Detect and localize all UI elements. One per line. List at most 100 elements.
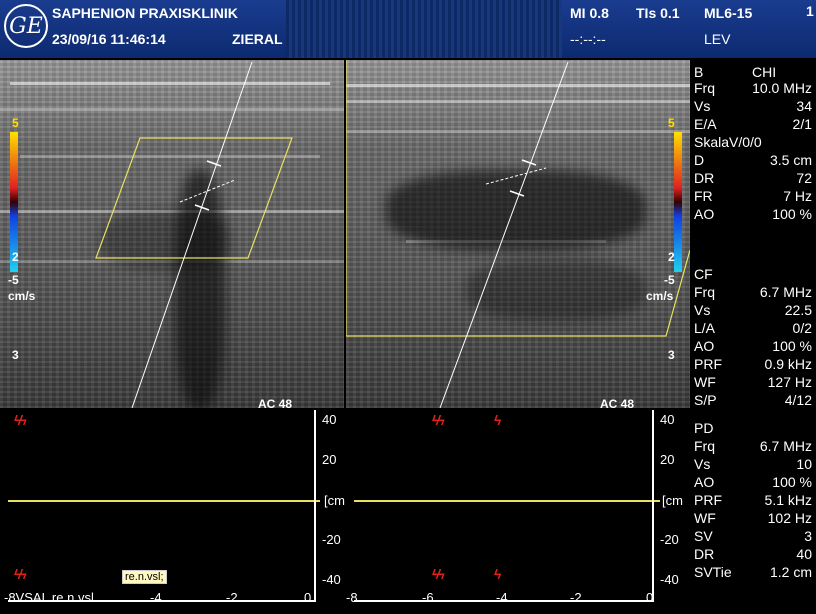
cf-param-key: AO (694, 338, 715, 354)
pd-param-value: 100 % (772, 474, 812, 490)
right-angle-line (485, 167, 547, 185)
cf-param-value: 0/2 (792, 320, 812, 336)
b-param-key: FR (694, 188, 713, 204)
right-unit: cm/s (646, 289, 674, 303)
left-xtick-0: 0 (304, 590, 312, 605)
cf-param-value: 4/12 (784, 392, 812, 408)
left-xtick-neg4: -4 (150, 590, 162, 605)
right-xtick-neg6: -6 (422, 590, 434, 605)
patient-name: ZIERAL (232, 31, 283, 47)
right-scale-bottom: -5 (664, 273, 675, 287)
cf-param-key: S/P (694, 392, 717, 408)
pd-param-value: 40 (796, 546, 812, 562)
right-xtick-neg4: -4 (496, 590, 508, 605)
left-gate-top (206, 160, 222, 167)
b-param-value: 10.0 MHz (752, 80, 812, 96)
side-label: LEV (704, 31, 731, 47)
b-param-value: 2/1 (792, 116, 812, 132)
b-param-value: 3.5 cm (769, 152, 812, 168)
pd-param-key: Frq (694, 438, 715, 454)
b-param-key: AO (694, 206, 715, 222)
left-ytick-40: 40 (322, 412, 337, 427)
clock-placeholder: --:--:-- (570, 31, 606, 47)
pd-param-value: 5.1 kHz (764, 492, 812, 508)
pd-param-key: PRF (694, 492, 722, 508)
right-bolt-top-icon: ϟϟ (432, 412, 445, 428)
b-param-key: D (694, 152, 705, 168)
right-bolt-bottom-icon: ϟϟ (432, 566, 445, 582)
right-gate-top (521, 159, 537, 166)
cf-param-key: L/A (694, 320, 716, 336)
cf-param-value: 0.9 kHz (764, 356, 812, 372)
right-overlay (346, 60, 690, 408)
b-param-key: E/A (694, 116, 717, 132)
left-doppler-cursor (131, 61, 253, 408)
b-param-key: Vs (694, 98, 711, 114)
left-bolt-bottom-icon: ϟϟ (14, 566, 27, 582)
left-bolt-top-icon: ϟϟ (14, 412, 27, 428)
parameter-panel: B CHI Frq 10.0 MHz Vs 34 E/A 2/1 SkalaV/0/0 D 3.… (690, 58, 816, 614)
left-depth-2: 2 (12, 250, 19, 264)
left-ytick-neg40: -40 (322, 572, 341, 587)
right-y-axis (652, 410, 654, 600)
pd-param-key: SV (694, 528, 713, 544)
left-xtick-neg2: -2 (226, 590, 238, 605)
left-unit: cm/s (8, 289, 36, 303)
ge-logo: GE (4, 4, 48, 48)
left-depth-3: 3 (12, 348, 19, 362)
b-param-value: 100 % (772, 206, 812, 222)
clinic-name: SAPHENION PRAXISKLINIK (52, 5, 238, 21)
cf-param-value: 100 % (772, 338, 812, 354)
vessel-annotation[interactable]: re.n.vsl; (122, 570, 167, 584)
right-ac-label: AC 48 (600, 397, 635, 411)
left-baseline (8, 500, 320, 502)
cf-param-value: 6.7 MHz (759, 284, 812, 300)
right-ytick-neg20: -20 (660, 532, 679, 547)
pd-param-key: DR (694, 546, 715, 562)
pd-param-value: 10 (796, 456, 812, 472)
pd-param-value: 6.7 MHz (759, 438, 812, 454)
b-param-value: 7 Hz (783, 188, 812, 204)
pd-param-value: 1.2 cm (769, 564, 812, 580)
right-baseline (354, 500, 660, 502)
left-ac-label: AC 48 (258, 397, 293, 411)
right-depth-3: 3 (668, 348, 675, 362)
left-color-roi (95, 137, 293, 259)
right-doppler-cursor (439, 61, 569, 408)
pd-title: PD (694, 420, 714, 436)
right-ytick-unit: [cm (662, 493, 683, 508)
pd-param-value: 3 (804, 528, 812, 544)
right-depth-2: 2 (668, 250, 675, 264)
left-ytick-neg20: -20 (322, 532, 341, 547)
right-gate-bottom (509, 190, 525, 197)
exam-datetime: 23/09/16 11:46:14 (52, 31, 166, 47)
right-color-scale-bar (674, 132, 682, 272)
left-doppler-spectrum[interactable]: ϟϟ ϟϟ 40 20 [cm -20 -40 re.n.vsl; -8VSAL… (0, 410, 345, 614)
pd-param-value: 102 Hz (767, 510, 812, 526)
right-bolt-top-single-icon: ϟ (494, 412, 502, 428)
right-xtick-neg8: -8 (346, 590, 358, 605)
pd-param-key: SVTie (694, 564, 732, 580)
right-xtick-0: 0 (646, 590, 654, 605)
mi-value: MI 0.8 (570, 5, 609, 21)
right-ytick-40: 40 (660, 412, 675, 427)
b-param-value: 72 (796, 170, 812, 186)
right-bolt-bottom-single-icon: ϟ (494, 566, 502, 582)
left-scale-top: 5 (12, 116, 19, 130)
cf-param-value: 22.5 (784, 302, 812, 318)
tis-value: TIs 0.1 (636, 5, 680, 21)
header-corner-number: 1 (806, 3, 814, 19)
left-overlay (95, 61, 293, 408)
right-ytick-neg40: -40 (660, 572, 679, 587)
left-xaxis-prefix: -8VSAL re.n.vsl (4, 590, 94, 605)
b-param-key: SkalaV/0/0 (694, 134, 762, 150)
cf-param-key: WF (694, 374, 716, 390)
header-image-strip (286, 0, 562, 58)
left-ytick-unit: [cm (324, 493, 345, 508)
left-ytick-20: 20 (322, 452, 337, 467)
right-ytick-20: 20 (660, 452, 675, 467)
pd-param-key: WF (694, 510, 716, 526)
cf-param-key: PRF (694, 356, 722, 372)
right-doppler-spectrum[interactable]: ϟϟ ϟ ϟϟ ϟ 40 20 [cm -20 -40 -8 -6 -4 -2 … (346, 410, 690, 614)
probe-name: ML6-15 (704, 5, 753, 21)
